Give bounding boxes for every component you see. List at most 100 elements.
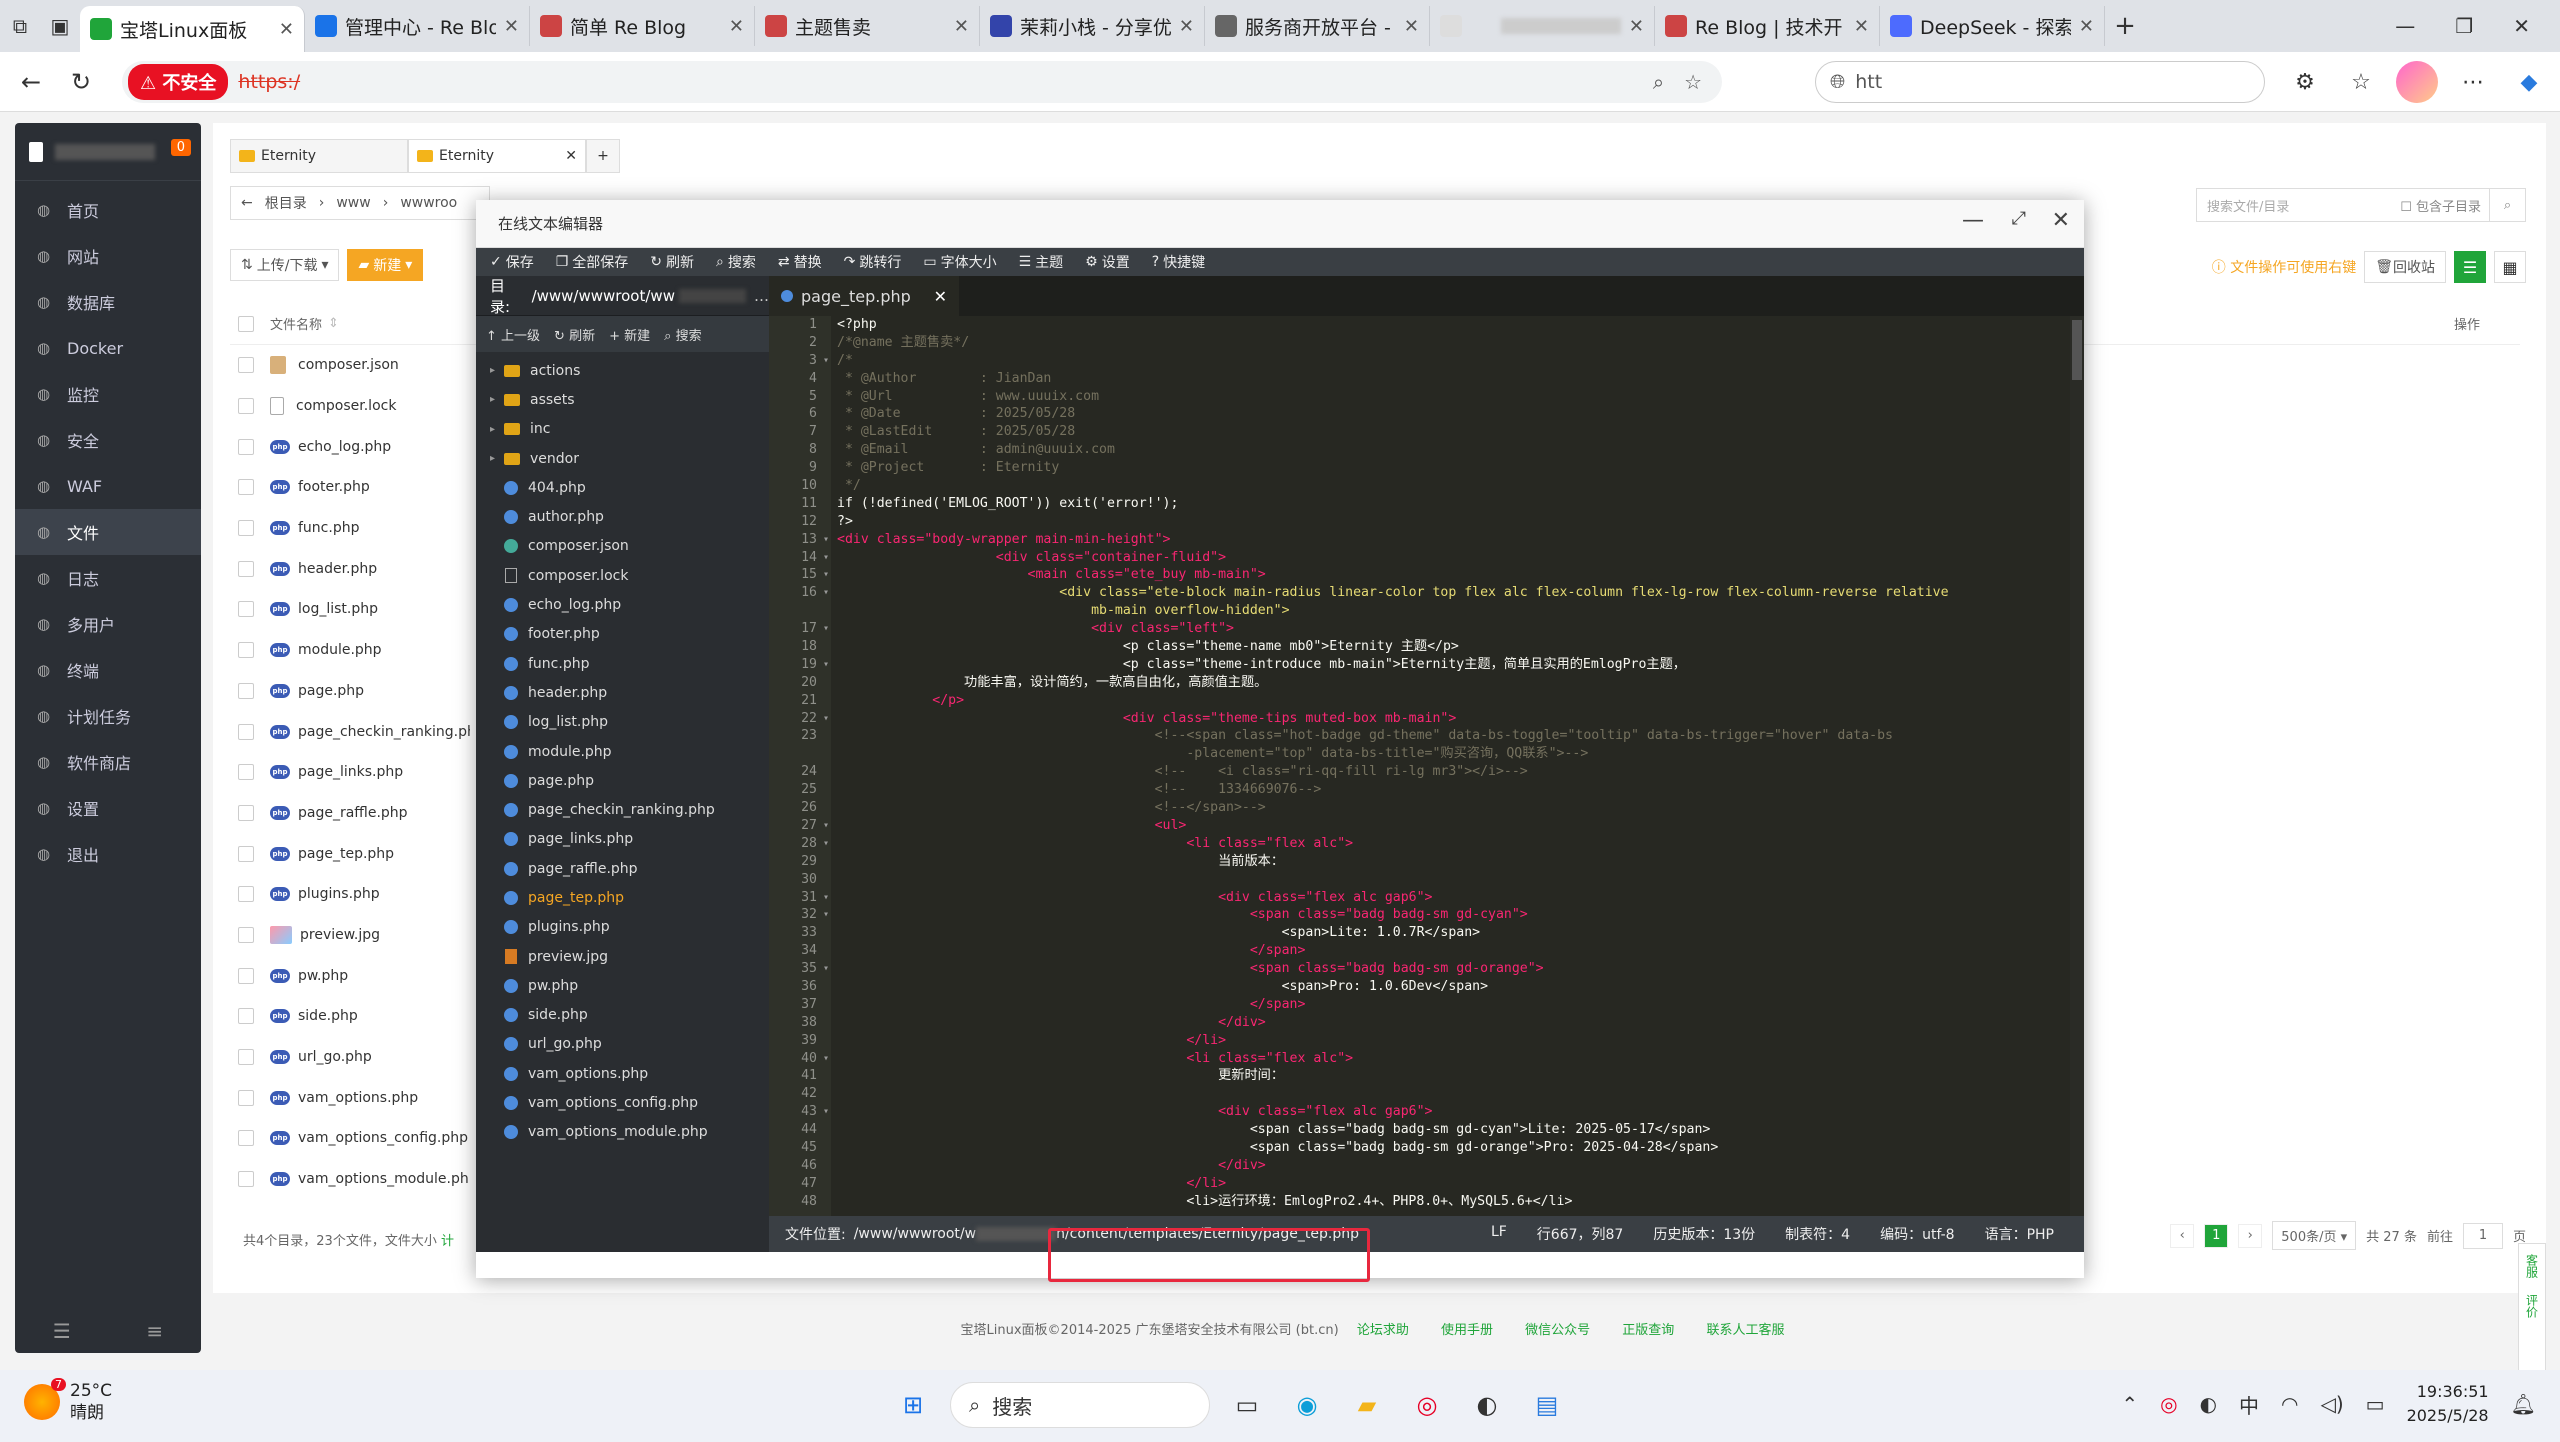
file-name[interactable]: page_links.php [298,764,403,780]
tree-button-2[interactable]: + 新建 [609,325,650,344]
tree-node[interactable]: side.php [476,1001,769,1030]
toolbar-9[interactable]: ? 快捷键 [1152,252,1205,272]
file-name[interactable]: url_go.php [298,1049,372,1065]
tab-size[interactable]: 制表符：4 [1785,1224,1850,1244]
tab-actions-icon[interactable]: ▣ [40,6,80,46]
expand-arrow-icon[interactable]: ▸ [490,424,504,435]
row-checkbox[interactable] [238,845,254,862]
new-button[interactable]: ▰ 新建 ▾ [347,249,424,281]
page-current[interactable]: 1 [2204,1223,2229,1248]
summary-link[interactable]: 计 [441,1234,454,1249]
toolbar-7[interactable]: ☰ 主题 [1019,252,1064,272]
file-row[interactable]: php page_links.php [230,752,470,793]
editor-tab-page-tep[interactable]: page_tep.php ✕ [769,276,959,316]
encoding[interactable]: 编码：utf-8 [1880,1224,1954,1244]
file-name[interactable]: pw.php [298,968,348,984]
tree-node[interactable]: module.php [476,737,769,766]
file-name[interactable]: echo_log.php [298,439,391,455]
sidebar-item[interactable]: ◍ 监控 [15,371,201,417]
qq-icon[interactable]: ◐ [1464,1382,1510,1428]
sidebar-item[interactable]: ◍ 数据库 [15,279,201,325]
wechat-link[interactable]: 微信公众号 [1525,1323,1590,1338]
file-row[interactable]: php func.php [230,508,470,549]
start-icon[interactable]: ⊞ [890,1382,936,1428]
zoom-icon[interactable]: ⌕ [1653,70,1664,94]
close-icon[interactable]: ✕ [565,148,577,164]
new-tab-button[interactable]: + [2105,6,2145,46]
crumb-root[interactable]: 根目录 [265,193,307,213]
tree-node[interactable]: func.php [476,649,769,678]
row-checkbox[interactable] [238,723,254,740]
file-row[interactable]: php side.php [230,996,470,1037]
row-checkbox[interactable] [238,1008,254,1025]
tree-node[interactable]: page.php [476,766,769,795]
sidebar-item[interactable]: ◍ 日志 [15,555,201,601]
file-row[interactable]: php page_tep.php [230,833,470,874]
close-tab-icon[interactable]: ✕ [1404,16,1419,37]
toolbar-6[interactable]: ▭ 字体大小 [923,252,996,272]
tree-node[interactable]: page_raffle.php [476,854,769,883]
row-checkbox[interactable] [238,682,254,699]
close-tab-icon[interactable]: ✕ [279,19,294,40]
file-row[interactable]: php plugins.php [230,874,470,915]
per-page-select[interactable]: 500条/页 ▾ [2272,1221,2357,1250]
file-tab-2[interactable]: Eternity ✕ [408,139,586,173]
tree-button-0[interactable]: ↑ 上一级 [486,325,540,344]
sidebar-item[interactable]: ◍ 安全 [15,417,201,463]
tray-qq-icon[interactable]: ◐ [2200,1392,2217,1416]
tree-node[interactable]: page_tep.php [476,883,769,912]
notification-icon[interactable]: 🔔︎ [2511,1392,2536,1416]
browser-tab[interactable]: 简单 Re Blog ✕ [530,6,755,46]
favorites-icon[interactable]: ☆ [2340,61,2382,103]
col-name[interactable]: 文件名称 [270,314,322,333]
close-tab-icon[interactable]: ✕ [2079,16,2094,37]
toolbar-0[interactable]: ✓ 保存 [490,252,534,272]
row-checkbox[interactable] [238,1130,254,1147]
sidebar-item[interactable]: ◍ 首页 [15,187,201,233]
license-link[interactable]: 正版查询 [1622,1323,1674,1338]
code-editor[interactable]: 1234567891011121314151617181920212223242… [769,316,2084,1216]
row-checkbox[interactable] [238,764,254,781]
file-name[interactable]: composer.lock [296,398,396,414]
row-checkbox[interactable] [238,357,254,374]
next-page-icon[interactable]: › [2238,1223,2263,1248]
tree-node[interactable]: url_go.php [476,1030,769,1059]
close-tab-icon[interactable]: ✕ [729,16,744,37]
back-arrow-icon[interactable]: ← [241,195,253,211]
row-checkbox[interactable] [238,560,254,577]
file-row[interactable]: composer.json [230,345,470,386]
file-row[interactable]: php page_checkin_ranking.php [230,711,470,752]
sidebar-item[interactable]: ◍ WAF [15,463,201,509]
file-row[interactable]: php module.php [230,630,470,671]
menu-icon[interactable]: ≡ [146,1319,163,1343]
file-name[interactable]: side.php [298,1008,358,1024]
favorite-star-icon[interactable]: ☆ [1684,70,1702,94]
file-row[interactable]: php vam_options_module.php [230,1159,470,1200]
url-bar[interactable]: ⚠ 不安全 https:/ ⌕ ☆ [122,61,1722,103]
toolbar-3[interactable]: ⌕ 搜索 [716,252,756,272]
sidebar-item[interactable]: ◍ 多用户 [15,601,201,647]
row-checkbox[interactable] [238,886,254,903]
sidebar-item[interactable]: ◍ 终端 [15,647,201,693]
browser-tab[interactable]: 服务商开放平台 - ✕ [1205,6,1430,46]
include-subdir-checkbox[interactable]: ☐ 包含子目录 [2400,196,2481,215]
toolbar-8[interactable]: ⚙ 设置 [1085,252,1130,272]
sidebar-item[interactable]: ◍ 软件商店 [15,739,201,785]
sidebar-item[interactable]: ◍ 计划任务 [15,693,201,739]
row-checkbox[interactable] [238,926,254,943]
file-name[interactable]: page_checkin_ranking.php [298,724,470,740]
file-row[interactable]: php pw.php [230,955,470,996]
tree-node[interactable]: log_list.php [476,708,769,737]
close-window-icon[interactable]: ✕ [2513,14,2530,38]
eol-indicator[interactable]: LF [1491,1224,1507,1244]
tree-node[interactable]: header.php [476,678,769,707]
task-view-icon[interactable]: ▭ [1224,1382,1270,1428]
battery-icon[interactable]: ▭ [2366,1392,2385,1416]
file-name[interactable]: footer.php [298,479,370,495]
netease-music-icon[interactable]: ◎ [1404,1382,1450,1428]
expand-arrow-icon[interactable]: ▸ [490,365,504,376]
expand-arrow-icon[interactable]: ▸ [490,394,504,405]
file-name[interactable]: composer.json [298,357,399,373]
file-row[interactable]: php vam_options.php [230,1077,470,1118]
weather-widget[interactable]: 7 25°C 晴朗 [24,1378,112,1424]
